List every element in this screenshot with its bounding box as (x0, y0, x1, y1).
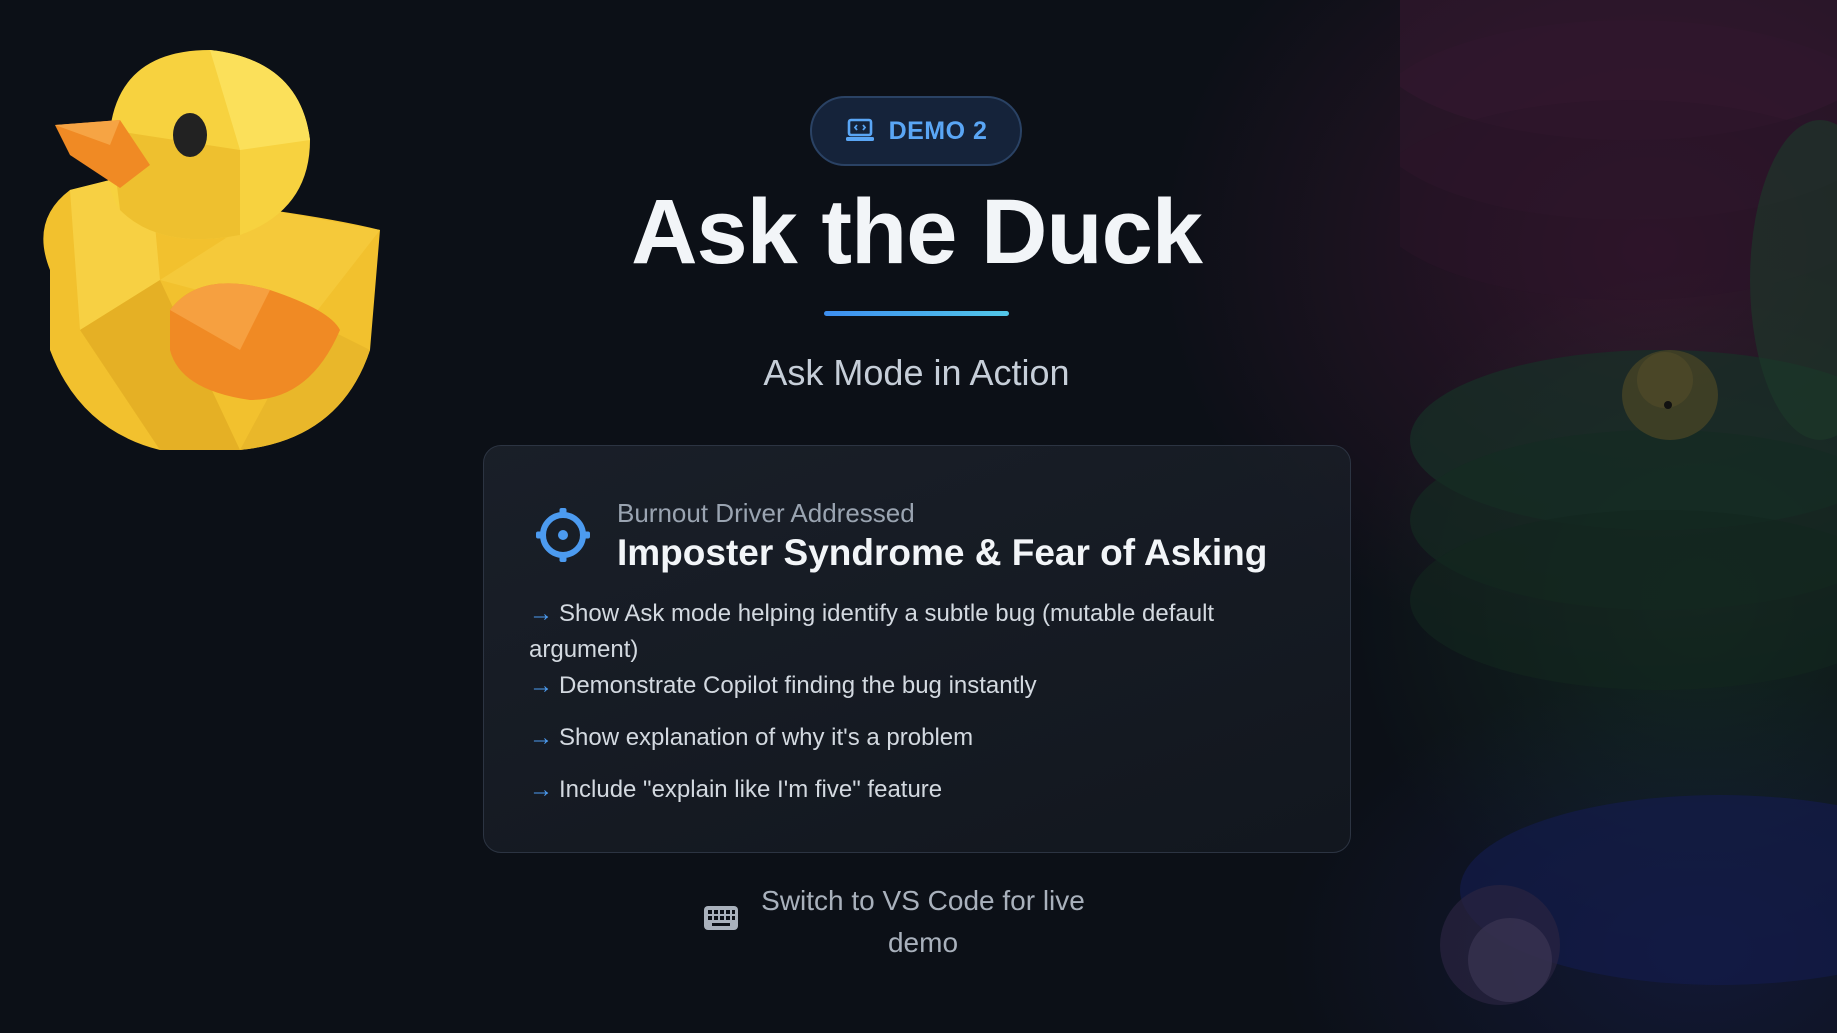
keyboard-icon (704, 906, 738, 930)
list-item: → Show explanation of why it's a problem (529, 724, 974, 751)
crosshair-target-icon (536, 508, 590, 562)
demo-badge-label: DEMO 2 (888, 116, 988, 145)
title-underline (824, 311, 1009, 316)
decorative-stacked-shapes (1400, 0, 1837, 1005)
demo-badge: DEMO 2 (810, 96, 1022, 166)
footer-note: Switch to VS Code for live demo (700, 880, 1100, 970)
footer-text: Switch to VS Code for live demo (761, 885, 1085, 958)
list-item: → Include "explain like I'm five" feature (529, 776, 943, 803)
arrow-right-icon: → (529, 724, 553, 751)
slide: DEMO 2 Ask the Duck Ask Mode in Action B… (0, 0, 1837, 1033)
list-item: → Show Ask mode helping identify a subtle… (529, 600, 1215, 663)
arrow-right-icon: → (529, 600, 553, 627)
card-heading: Imposter Syndrome & Fear of Asking (617, 532, 1268, 573)
laptop-code-icon (845, 118, 874, 141)
card-kicker: Burnout Driver Addressed (617, 498, 915, 528)
slide-title: Ask the Duck (631, 181, 1203, 283)
burnout-driver-card: Burnout Driver Addressed Imposter Syndro… (483, 445, 1351, 853)
bullet-list: → Show Ask mode helping identify a subtle… (529, 596, 1309, 808)
slide-subtitle: Ask Mode in Action (763, 352, 1070, 393)
arrow-right-icon: → (529, 776, 553, 803)
list-item: → Demonstrate Copilot finding the bug ins… (529, 672, 1037, 699)
arrow-right-icon: → (529, 672, 553, 699)
